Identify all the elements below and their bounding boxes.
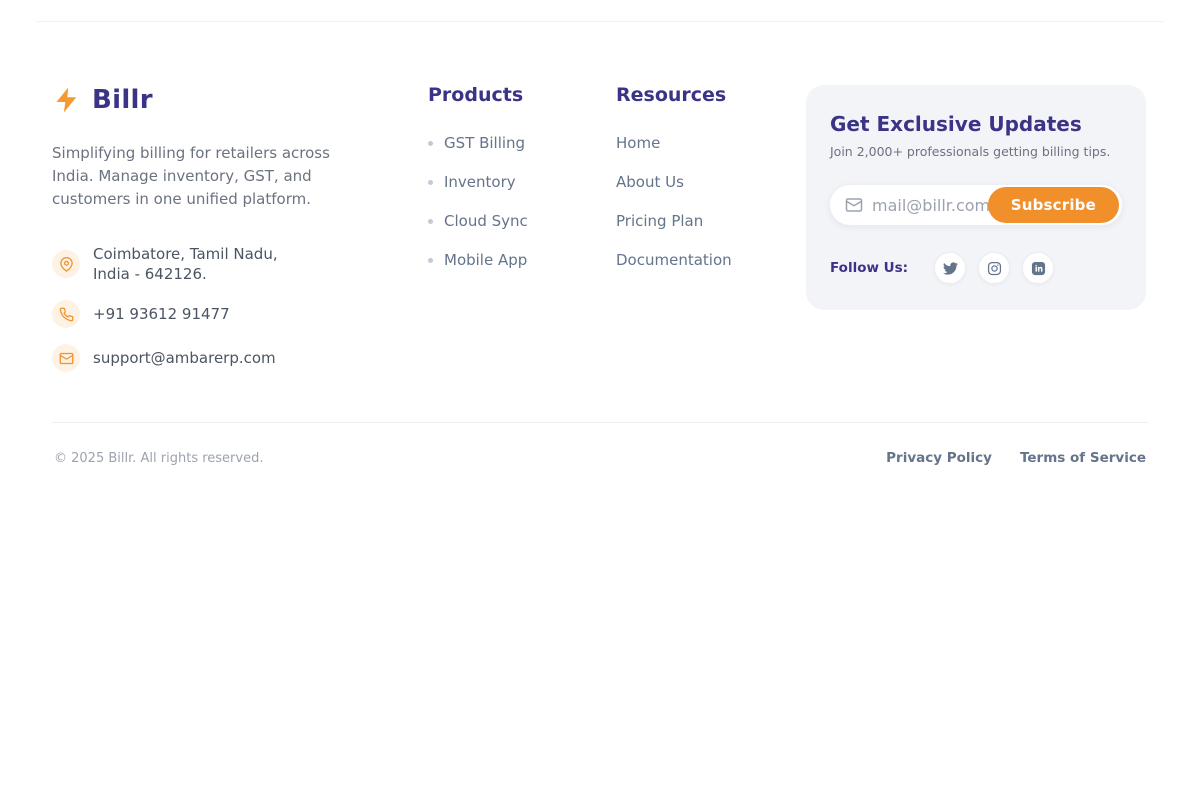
products-link-gst-billing[interactable]: GST Billing — [444, 134, 525, 152]
resources-title: Resources — [616, 85, 766, 105]
list-item: Pricing Plan — [616, 212, 766, 230]
contact-address: Coimbatore, Tamil Nadu, India - 642126. — [93, 244, 278, 284]
products-column: Products GST Billing Inventory Cloud Syn… — [428, 85, 578, 290]
linkedin-icon[interactable] — [1022, 252, 1054, 284]
contact-list: Coimbatore, Tamil Nadu, India - 642126. … — [52, 244, 408, 372]
twitter-icon[interactable] — [934, 252, 966, 284]
legal-links: Privacy Policy Terms of Service — [886, 450, 1146, 466]
bullet-dot-icon — [428, 258, 433, 263]
resources-link-documentation[interactable]: Documentation — [616, 251, 732, 269]
products-title: Products — [428, 85, 578, 105]
terms-of-service-link[interactable]: Terms of Service — [1020, 450, 1146, 466]
newsletter-subtitle: Join 2,000+ professionals getting billin… — [830, 144, 1122, 159]
privacy-policy-link[interactable]: Privacy Policy — [886, 450, 992, 466]
resources-link-pricing-plan[interactable]: Pricing Plan — [616, 212, 703, 230]
footer-main: Billr Simplifying billing for retailers … — [52, 22, 1148, 422]
phone-icon — [52, 300, 80, 328]
page-footer: Billr Simplifying billing for retailers … — [36, 21, 1164, 466]
subscribe-button[interactable]: Subscribe — [988, 187, 1119, 223]
contact-email: support@ambarerp.com — [93, 348, 276, 368]
contact-address-line2: India - 642126. — [93, 264, 278, 284]
products-link-inventory[interactable]: Inventory — [444, 173, 516, 191]
resources-column: Resources Home About Us Pricing Plan Doc… — [616, 85, 766, 290]
list-item: About Us — [616, 173, 766, 191]
products-links: GST Billing Inventory Cloud Sync Mobile … — [428, 134, 578, 269]
list-item: Inventory — [428, 173, 578, 191]
products-link-mobile-app[interactable]: Mobile App — [444, 251, 527, 269]
resources-link-home[interactable]: Home — [616, 134, 660, 152]
envelope-icon — [52, 344, 80, 372]
list-item: Home — [616, 134, 766, 152]
lightning-bolt-icon — [52, 85, 82, 115]
resources-link-about-us[interactable]: About Us — [616, 173, 684, 191]
contact-row-phone: +91 93612 91477 — [52, 300, 408, 328]
newsletter-title: Get Exclusive Updates — [830, 113, 1122, 135]
brand-description: Simplifying billing for retailers across… — [52, 142, 367, 211]
bullet-dot-icon — [428, 219, 433, 224]
copyright-text: © 2025 Billr. All rights reserved. — [54, 451, 263, 466]
list-item: GST Billing — [428, 134, 578, 152]
mail-icon — [845, 196, 863, 214]
instagram-icon[interactable] — [978, 252, 1010, 284]
bullet-dot-icon — [428, 141, 433, 146]
newsletter-form: Subscribe — [830, 185, 1122, 225]
contact-address-line1: Coimbatore, Tamil Nadu, — [93, 244, 278, 264]
resources-links: Home About Us Pricing Plan Documentation — [616, 134, 766, 269]
follow-us-label: Follow Us: — [830, 260, 908, 276]
brand-column: Billr Simplifying billing for retailers … — [52, 85, 408, 372]
follow-row: Follow Us: — [830, 252, 1122, 284]
list-item: Cloud Sync — [428, 212, 578, 230]
list-item: Mobile App — [428, 251, 578, 269]
list-item: Documentation — [616, 251, 766, 269]
bullet-dot-icon — [428, 180, 433, 185]
contact-row-email: support@ambarerp.com — [52, 344, 408, 372]
products-link-cloud-sync[interactable]: Cloud Sync — [444, 212, 528, 230]
social-buttons — [934, 252, 1054, 284]
contact-row-address: Coimbatore, Tamil Nadu, India - 642126. — [52, 244, 408, 284]
footer-bottom-bar: © 2025 Billr. All rights reserved. Priva… — [52, 423, 1148, 466]
contact-phone: +91 93612 91477 — [93, 304, 230, 324]
location-pin-icon — [52, 250, 80, 278]
brand-name: Billr — [92, 85, 153, 115]
brand-logo[interactable]: Billr — [52, 85, 408, 115]
newsletter-card: Get Exclusive Updates Join 2,000+ profes… — [806, 85, 1146, 310]
footer-container: Billr Simplifying billing for retailers … — [36, 22, 1164, 466]
